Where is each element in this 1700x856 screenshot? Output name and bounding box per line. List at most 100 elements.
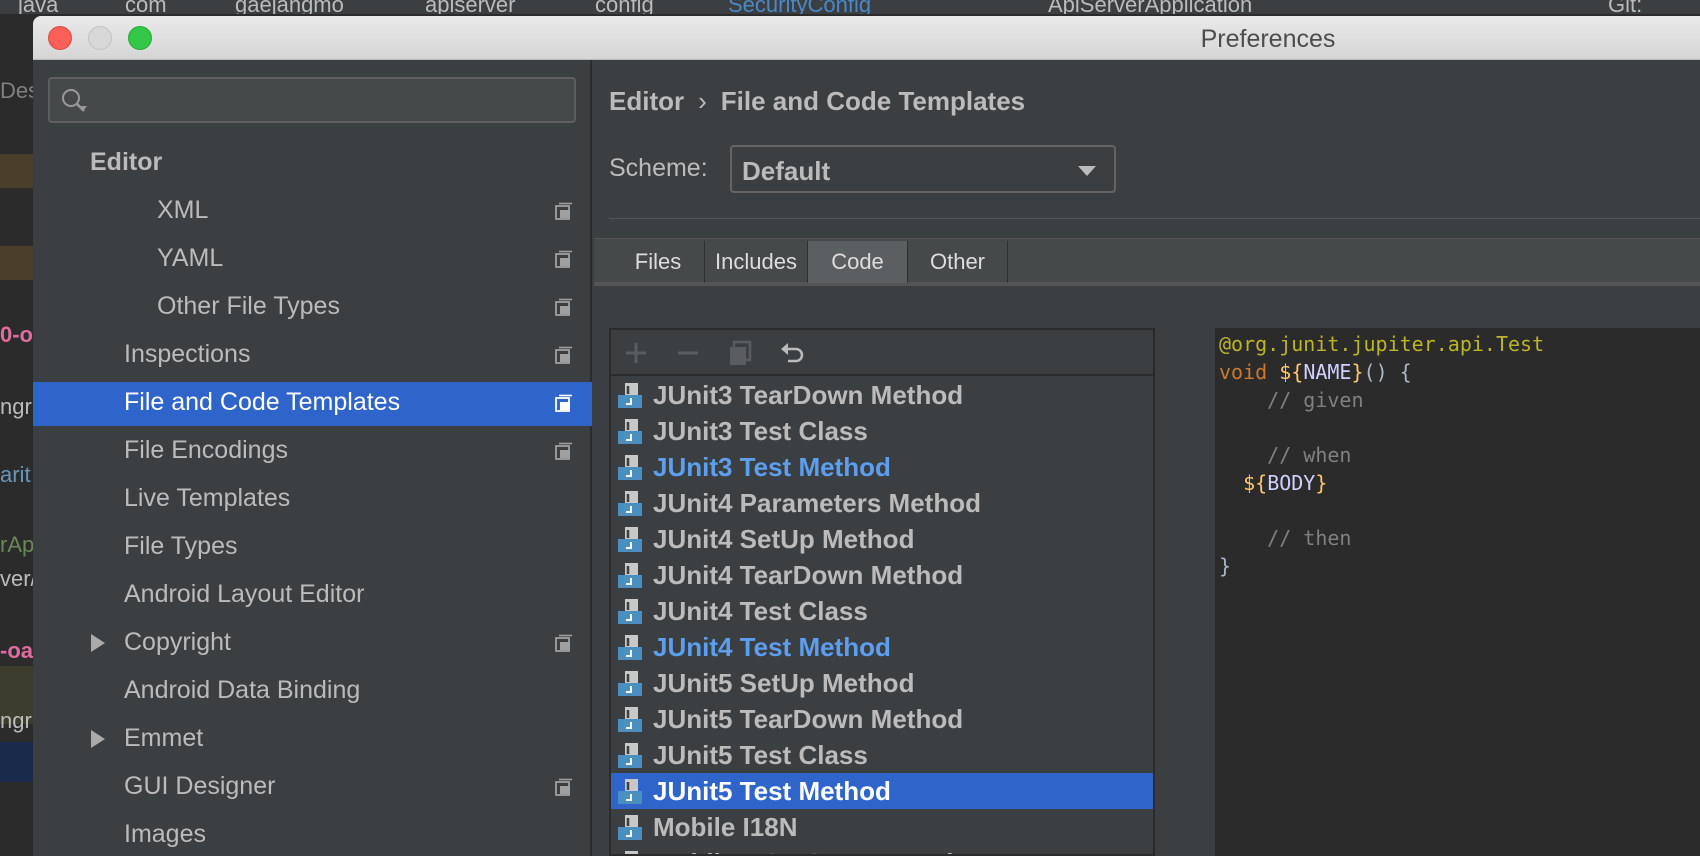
ide-breadcrumb-com[interactable]: com <box>125 0 167 14</box>
ide-breadcrumb-config[interactable]: config <box>595 0 654 14</box>
sidebar-item-emmet[interactable]: Emmet <box>33 718 592 762</box>
template-list-item[interactable]: JUnit5 TearDown Method <box>611 701 1153 737</box>
preferences-dialog: Preferences Editor XML YAML Other File Type… <box>33 16 1700 856</box>
scheme-label: Scheme: <box>609 154 708 182</box>
template-name: JUnit4 Test Method <box>653 632 891 662</box>
editor-fragment: ver/ <box>0 566 33 591</box>
code-var-delim: } <box>1351 360 1364 384</box>
template-list-toolbar <box>611 330 1153 376</box>
code-line: // given <box>1219 388 1363 416</box>
template-name: JUnit4 TearDown Method <box>653 560 964 590</box>
sidebar-item-file-encodings[interactable]: File Encodings <box>33 430 592 474</box>
add-icon[interactable] <box>622 339 650 367</box>
search-icon[interactable] <box>60 87 88 115</box>
tab-label: Files <box>634 249 682 274</box>
editor-fragment: rAp <box>0 532 33 557</box>
sidebar-item-inspections[interactable]: Inspections <box>33 334 592 378</box>
sidebar-item-other-file-types[interactable]: Other File Types <box>33 286 592 330</box>
template-list-item[interactable]: JUnit5 SetUp Method <box>611 665 1153 701</box>
template-list-item[interactable]: JUnit3 Test Method <box>611 449 1153 485</box>
java-template-icon <box>618 707 642 732</box>
template-list-item[interactable]: Mobile I18N <box>611 809 1153 845</box>
sidebar-item-label: File Encodings <box>124 436 288 464</box>
dialog-title: Preferences <box>1200 25 1336 53</box>
template-name: Mobile I18N <box>653 812 798 842</box>
sidebar-item-live-templates[interactable]: Live Templates <box>33 478 592 522</box>
settings-search-box[interactable] <box>48 77 576 123</box>
sidebar-item-android-layout-editor[interactable]: Android Layout Editor <box>33 574 592 618</box>
sidebar-item-label: Copyright <box>124 628 231 656</box>
java-template-icon <box>618 419 642 444</box>
sidebar-item-label: Android Data Binding <box>124 676 361 704</box>
java-template-icon <box>618 671 642 696</box>
java-template-icon <box>618 599 642 624</box>
expand-arrow-icon[interactable] <box>91 634 105 652</box>
sidebar-item-xml[interactable]: XML <box>33 190 592 234</box>
breadcrumb-current: File and Code Templates <box>720 86 1026 116</box>
code-var-delim: } <box>1315 471 1328 495</box>
tab-label: Includes <box>715 249 797 274</box>
sidebar-item-gui-designer[interactable]: GUI Designer <box>33 766 592 810</box>
sidebar-item-label: Images <box>124 820 206 848</box>
editor-highlight-block <box>0 742 33 782</box>
template-name: JUnit5 Test Class <box>653 740 868 770</box>
template-code-editor[interactable]: @org.junit.jupiter.api.Test void ${NAME}… <box>1215 328 1700 856</box>
code-text: } <box>1219 554 1232 578</box>
project-scope-icon <box>555 634 572 652</box>
sidebar-item-yaml[interactable]: YAML <box>33 238 592 282</box>
sidebar-item-label: Inspections <box>124 340 251 368</box>
template-list-item[interactable]: JUnit4 Test Method <box>611 629 1153 665</box>
reset-icon[interactable] <box>778 339 806 367</box>
template-name: JUnit4 SetUp Method <box>653 524 915 554</box>
project-scope-icon <box>555 250 572 268</box>
tab-includes[interactable]: Includes <box>705 241 808 283</box>
ide-breadcrumb-java[interactable]: java <box>18 0 58 14</box>
template-list-item[interactable]: JUnit4 SetUp Method <box>611 521 1153 557</box>
template-list-item[interactable]: JUnit4 TearDown Method <box>611 557 1153 593</box>
vcs-label: Git: <box>1608 0 1643 14</box>
code-comment: // then <box>1219 526 1352 550</box>
java-template-icon <box>618 779 642 804</box>
ide-breadcrumb-apiserver[interactable]: apiserver <box>425 0 515 14</box>
sidebar-item-copyright[interactable]: Copyright <box>33 622 592 666</box>
sidebar-item-android-data-binding[interactable]: Android Data Binding <box>33 670 592 714</box>
sidebar-item-editor[interactable]: Editor <box>33 142 592 186</box>
project-scope-icon <box>555 778 572 796</box>
editor-fragment: ngr <box>0 394 32 419</box>
project-scope-icon <box>555 298 572 316</box>
scheme-value: Default <box>742 156 831 186</box>
ide-breadcrumb-securityconfig[interactable]: SecurityConfig <box>728 0 871 14</box>
copy-icon[interactable] <box>726 339 754 367</box>
editor-fragment: ngr <box>0 708 32 733</box>
template-list-panel: JUnit3 TearDown Method JUnit3 Test Class J… <box>609 328 1155 856</box>
sidebar-item-images[interactable]: Images <box>33 814 592 856</box>
sidebar-item-file-and-code-templates[interactable]: File and Code Templates <box>33 382 592 426</box>
tab-other[interactable]: Other <box>908 241 1008 283</box>
template-list-item[interactable]: JUnit4 Parameters Method <box>611 485 1153 521</box>
template-list-item[interactable]: JUnit3 TearDown Method <box>611 377 1153 413</box>
breadcrumb-separator: › <box>698 86 707 116</box>
template-list-item[interactable]: Mobile I18N Concatenation <box>611 845 1153 854</box>
editor-fragment: Des <box>0 78 33 103</box>
project-scope-icon <box>555 202 572 220</box>
run-configuration-selector[interactable]: ApiServerApplication <box>1048 0 1252 14</box>
template-list-item[interactable]: JUnit4 Test Class <box>611 593 1153 629</box>
remove-icon[interactable] <box>674 339 702 367</box>
scheme-dropdown[interactable]: Default <box>730 145 1116 193</box>
tab-code[interactable]: Code <box>808 241 908 283</box>
tab-files[interactable]: Files <box>612 241 705 283</box>
template-list-item[interactable]: JUnit5 Test Class <box>611 737 1153 773</box>
ide-breadcrumb-gaejangmo[interactable]: gaejangmo <box>235 0 344 14</box>
template-list-item[interactable]: JUnit3 Test Class <box>611 413 1153 449</box>
dialog-titlebar[interactable]: Preferences <box>33 16 1700 60</box>
settings-search-input[interactable] <box>96 83 566 117</box>
settings-sidebar: Editor XML YAML Other File Types Inspections… <box>33 60 592 856</box>
sidebar-item-file-types[interactable]: File Types <box>33 526 592 570</box>
expand-arrow-icon[interactable] <box>91 730 105 748</box>
code-line: void ${NAME}() { <box>1219 360 1412 388</box>
code-keyword: void <box>1219 360 1268 384</box>
code-var-delim: ${ <box>1243 471 1268 495</box>
breadcrumb-parent[interactable]: Editor <box>609 86 684 116</box>
template-list-item[interactable]: JUnit5 Test Method <box>611 773 1153 809</box>
